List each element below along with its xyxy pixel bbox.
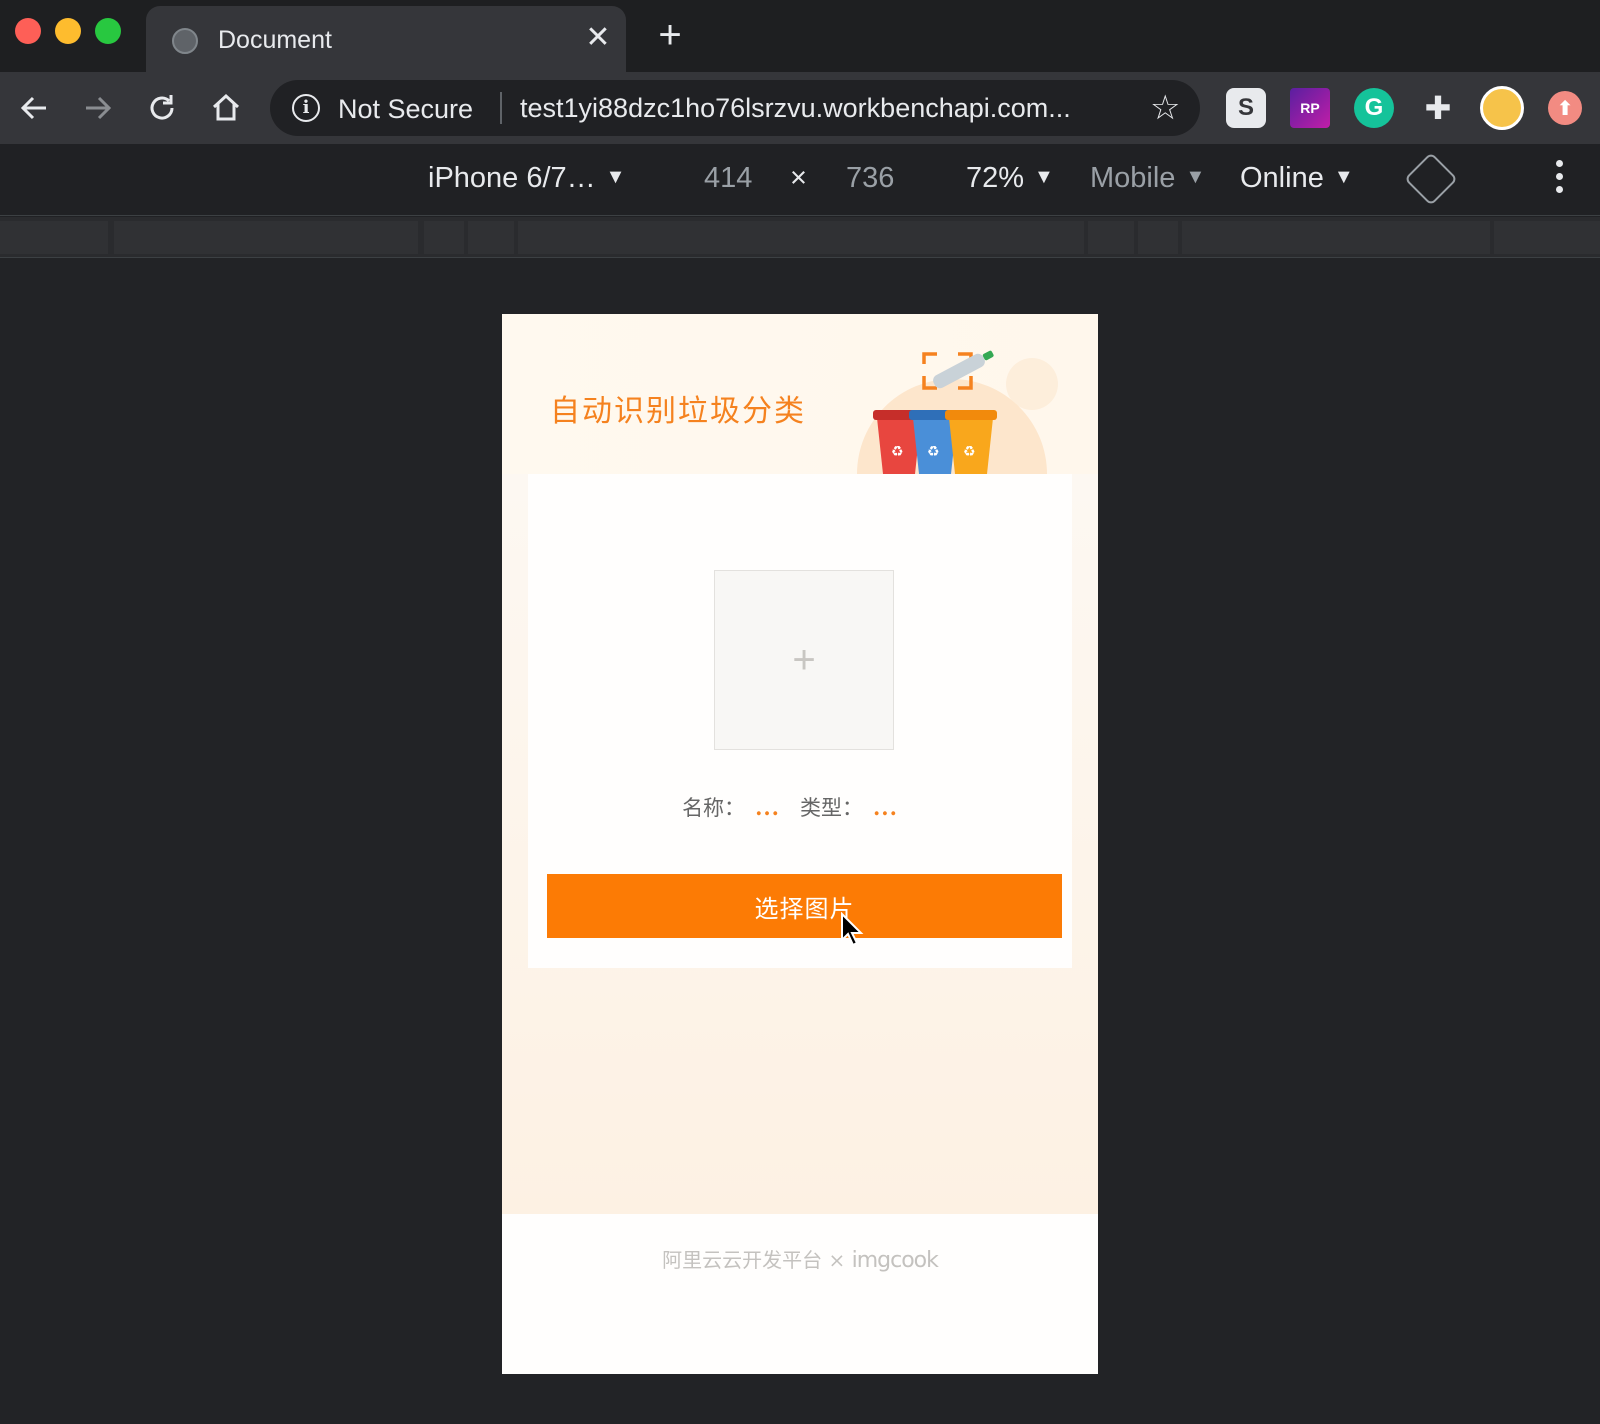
svg-text:♻: ♻ (891, 444, 904, 460)
device-toolbar: iPhone 6/7… ▼ 414 × 736 72% ▼ Mobile ▼ Onli… (0, 144, 1600, 216)
page-title: 自动识别垃圾分类 (550, 394, 806, 429)
footer-credit: 阿里云云开发平台 × imgcook (502, 1244, 1098, 1273)
grammarly-icon[interactable]: G (1354, 88, 1394, 128)
home-icon (212, 93, 240, 121)
window-close-button[interactable] (15, 18, 41, 44)
plus-icon: + (792, 637, 816, 682)
type-label: 类型： (800, 796, 863, 820)
security-label[interactable]: Not Secure (338, 94, 473, 125)
svg-text:♻: ♻ (927, 444, 940, 460)
ruler-segment[interactable] (1138, 221, 1178, 254)
imgcook-logo: imgcook (851, 1248, 939, 1273)
ruler-segment[interactable] (468, 221, 514, 254)
ruler-segment[interactable] (518, 221, 1084, 254)
media-query-ruler (0, 217, 1600, 258)
chevron-down-icon: ▼ (1185, 166, 1206, 188)
chevron-down-icon: ▼ (1034, 166, 1054, 188)
device-type-value: Mobile (1090, 162, 1176, 194)
name-value: ... (755, 795, 780, 820)
image-upload-box[interactable]: + (714, 570, 894, 750)
globe-icon (172, 28, 198, 54)
footer-prefix: 阿里云云开发平台 × (662, 1248, 852, 1272)
chevron-down-icon: ▼ (1333, 166, 1354, 188)
ruler-segment[interactable] (1088, 221, 1134, 254)
page-header: 自动识别垃圾分类 ♻ ♻ ♻ (502, 314, 1098, 474)
svg-text:♻: ♻ (963, 444, 976, 460)
address-bar[interactable]: i Not Secure test1yi88dzc1ho76lsrzvu.wor… (270, 80, 1200, 136)
type-value: ... (873, 795, 898, 820)
zoom-value: 72% (966, 162, 1025, 194)
url-text[interactable]: test1yi88dzc1ho76lsrzvu.workbenchapi.com… (520, 93, 1120, 124)
star-icon[interactable]: ☆ (1150, 88, 1180, 128)
tab-strip: Document ✕ + (0, 0, 1600, 72)
device-select[interactable]: iPhone 6/7… ▼ (428, 162, 625, 195)
ruler-segment[interactable] (1182, 221, 1490, 254)
rp-extension-icon[interactable]: RP (1290, 88, 1330, 128)
forward-button[interactable] (76, 86, 120, 130)
close-icon[interactable]: ✕ (580, 20, 616, 56)
info-icon[interactable]: i (292, 94, 320, 122)
arrow-right-icon (86, 96, 112, 120)
name-label: 名称： (682, 796, 746, 820)
window-maximize-button[interactable] (95, 18, 121, 44)
reload-button[interactable] (140, 86, 184, 130)
mobile-page: 自动识别垃圾分类 ♻ ♻ ♻ + 名称：... 类型：... 选择图片 阿里云云… (502, 314, 1098, 1374)
home-button[interactable] (204, 86, 248, 130)
dimension-separator: × (790, 162, 807, 194)
arrow-left-icon (20, 96, 46, 120)
ruler-segment[interactable] (424, 221, 464, 254)
result-line: 名称：... 类型：... (528, 792, 1072, 822)
avatar-icon[interactable] (1480, 86, 1524, 130)
mouse-cursor-icon (841, 912, 864, 947)
page-body: + 名称：... 类型：... 选择图片 (502, 474, 1098, 1214)
browser-tab[interactable]: Document ✕ (146, 6, 626, 72)
omnibox-divider (500, 92, 502, 124)
tab-title: Document (218, 26, 332, 54)
window-minimize-button[interactable] (55, 18, 81, 44)
chevron-down-icon: ▼ (605, 166, 626, 188)
device-height-input[interactable]: 736 (846, 162, 894, 195)
puzzle-icon[interactable]: ✚ (1418, 88, 1458, 128)
ruler-segment[interactable] (0, 221, 108, 254)
device-width-input[interactable]: 414 (704, 162, 752, 195)
zoom-select[interactable]: 72% ▼ (966, 162, 1054, 195)
trash-bins-illustration: ♻ ♻ ♻ (857, 350, 1058, 474)
device-type-select[interactable]: Mobile ▼ (1090, 162, 1205, 195)
select-image-button[interactable]: 选择图片 (547, 874, 1062, 938)
s-extension-icon[interactable]: S (1226, 88, 1266, 128)
reload-icon (150, 95, 174, 120)
page-footer: 阿里云云开发平台 × imgcook (502, 1214, 1098, 1374)
browser-toolbar: i Not Secure test1yi88dzc1ho76lsrzvu.wor… (0, 72, 1600, 144)
device-name: iPhone 6/7… (428, 162, 596, 194)
throttling-select[interactable]: Online ▼ (1240, 162, 1354, 195)
recognition-card: + 名称：... 类型：... 选择图片 (528, 474, 1072, 968)
update-arrow-icon[interactable]: ⬆ (1548, 91, 1582, 125)
back-button[interactable] (12, 86, 56, 130)
ruler-segment[interactable] (114, 221, 418, 254)
ruler-segment[interactable] (1494, 221, 1600, 254)
more-options-icon[interactable] (1556, 160, 1564, 199)
new-tab-button[interactable]: + (650, 15, 690, 56)
throttling-value: Online (1240, 162, 1324, 194)
rotate-icon[interactable] (1404, 152, 1458, 206)
